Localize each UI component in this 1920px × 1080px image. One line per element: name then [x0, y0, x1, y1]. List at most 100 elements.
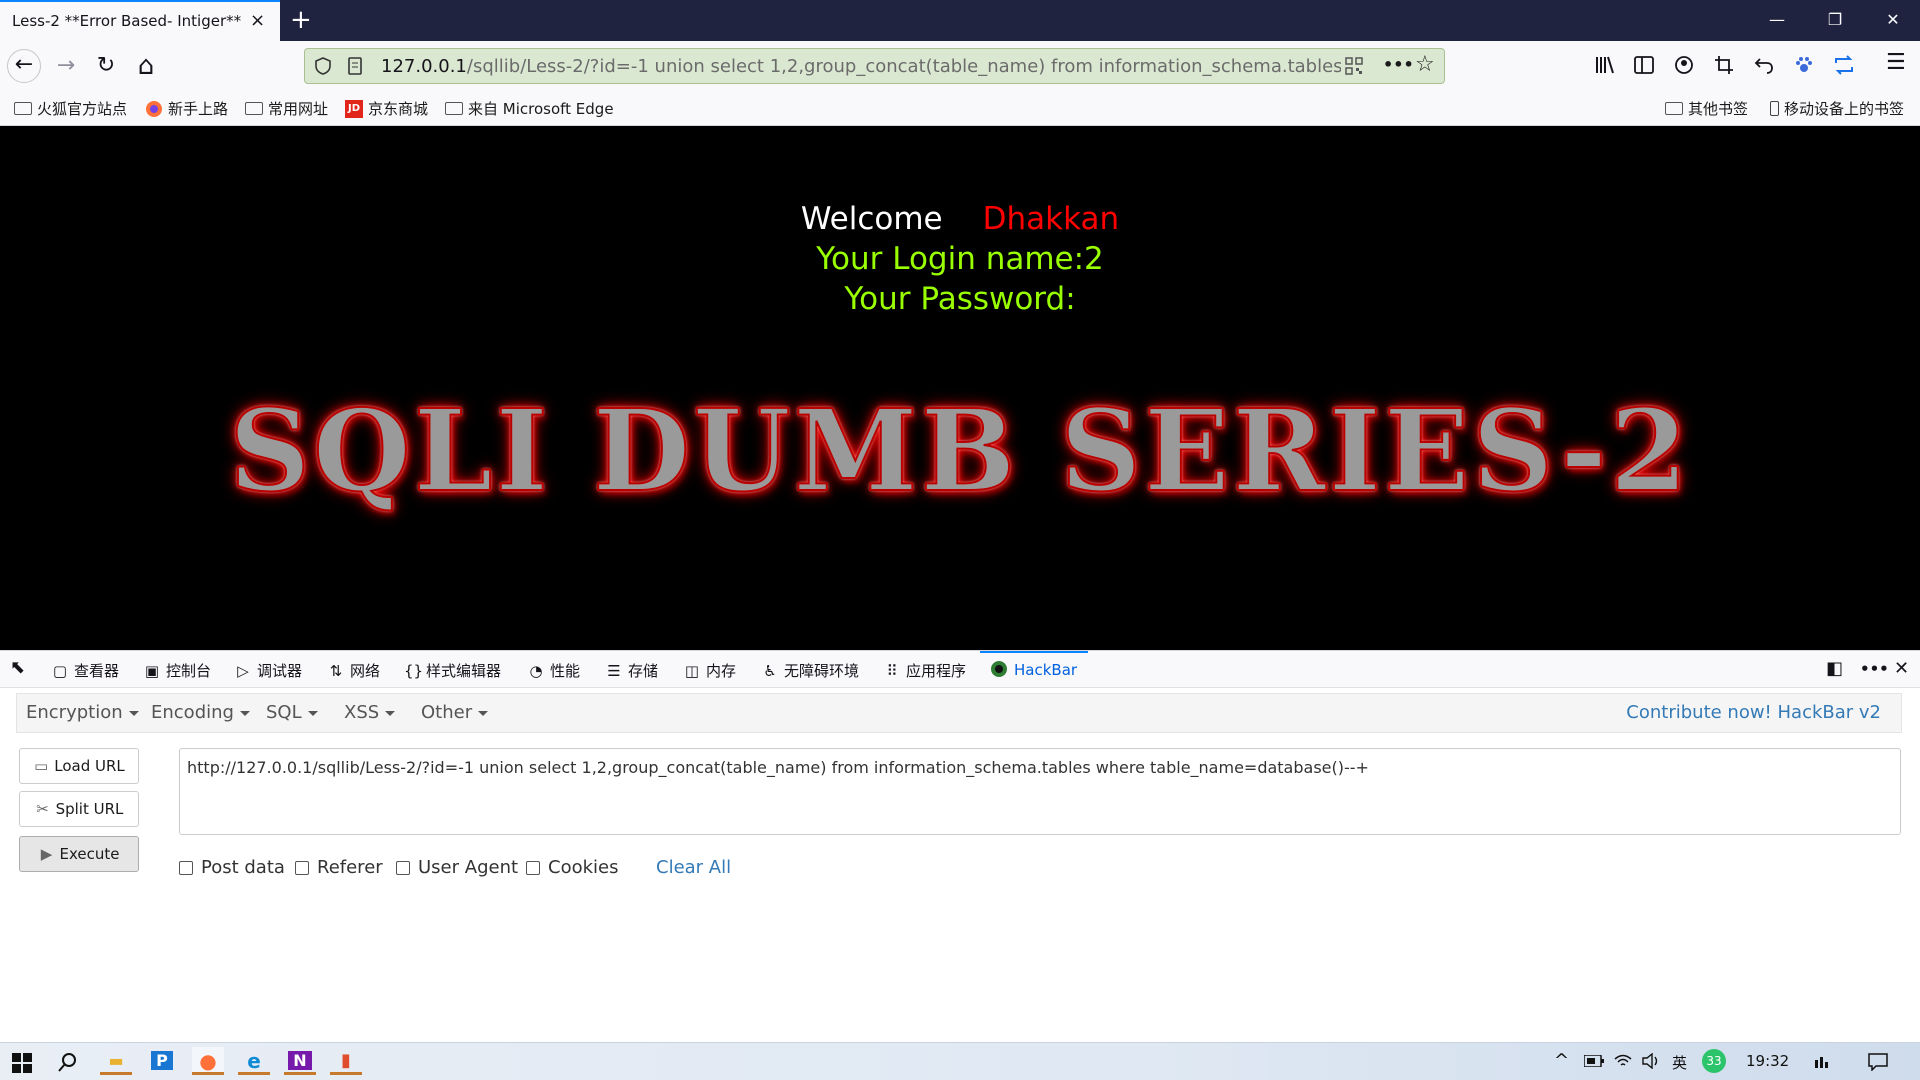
volume-icon[interactable] [1642, 1053, 1660, 1069]
url-textarea[interactable]: http://127.0.0.1/sqllib/Less-2/?id=-1 un… [179, 748, 1901, 835]
tab-memory[interactable]: ◫ 内存 [684, 660, 736, 681]
task-manager-icon[interactable] [1814, 1055, 1832, 1069]
battery-icon[interactable] [1584, 1055, 1604, 1067]
edge-icon[interactable]: e [238, 1047, 270, 1075]
url-bar[interactable]: 127.0.0.1/sqllib/Less-2/?id=-1 union sel… [304, 48, 1445, 84]
accessibility-icon: ♿ [763, 662, 777, 680]
devtools-more-icon[interactable]: ••• [1860, 660, 1889, 678]
app6-icon[interactable]: ▮ [330, 1047, 362, 1075]
bookmark-label: 来自 Microsoft Edge [468, 100, 614, 118]
sidebar-icon[interactable] [1634, 55, 1654, 75]
url-text[interactable]: 127.0.0.1/sqllib/Less-2/?id=-1 union sel… [381, 56, 1341, 77]
bookmark-label: 新手上路 [168, 100, 229, 118]
paw-extension-icon[interactable] [1794, 55, 1814, 75]
password-text: Your Password: [844, 281, 1076, 317]
qr-code-icon[interactable] [1345, 57, 1363, 75]
windows-start-icon[interactable] [12, 1053, 32, 1073]
caret-down-icon [478, 710, 489, 716]
cookies-checkbox[interactable]: Cookies [526, 857, 618, 878]
navigation-toolbar: ← → ↻ ⌂ 127.0.0.1/sqllib/Less-2/?id=-1 u… [0, 41, 1920, 90]
restore-icon[interactable]: ❐ [1812, 6, 1858, 34]
wifi-icon[interactable] [1614, 1053, 1632, 1069]
tab-inspector[interactable]: ▢ 查看器 [52, 660, 119, 681]
referer-checkbox[interactable]: Referer [295, 857, 383, 878]
checkbox-box[interactable] [396, 860, 410, 875]
page-info-icon[interactable] [347, 57, 363, 75]
file-explorer-icon[interactable]: ▬ [100, 1047, 132, 1075]
clear-all-link[interactable]: Clear All [656, 857, 731, 878]
window-close-icon[interactable]: ✕ [1870, 6, 1916, 34]
checkbox-label: Cookies [548, 857, 619, 878]
tab-application[interactable]: ⠿ 应用程序 [884, 660, 967, 681]
bookmark-item[interactable]: JD 京东商城 [345, 98, 428, 119]
url-path: /sqllib/Less-2/?id=-1 union select 1,2,g… [466, 56, 1341, 77]
tab-label: 控制台 [166, 662, 212, 680]
bookmark-item[interactable]: 来自 Microsoft Edge [445, 98, 614, 119]
dock-side-icon[interactable]: ◧ [1826, 658, 1843, 679]
home-button[interactable]: ⌂ [129, 49, 163, 83]
contribute-link[interactable]: Contribute now! HackBar v2 [1626, 702, 1881, 723]
app-menu-icon[interactable]: ☰ [1886, 50, 1906, 75]
menu-xss[interactable]: XSS [344, 702, 396, 723]
bookmark-item[interactable]: 火狐官方站点 [14, 98, 127, 119]
account-icon[interactable] [1674, 55, 1694, 75]
reload-button[interactable]: ↻ [89, 49, 123, 83]
notification-badge-icon[interactable]: 33 [1702, 1049, 1726, 1073]
caret-down-icon [239, 710, 250, 716]
library-icon[interactable] [1594, 55, 1614, 75]
menu-other[interactable]: Other [421, 702, 489, 723]
menu-label: Encoding [151, 702, 234, 723]
tab-style-editor[interactable]: {} 样式编辑器 [404, 660, 501, 681]
page-actions-icon[interactable]: ••• [1383, 55, 1414, 74]
back-button[interactable]: ← [7, 49, 41, 83]
tab-label: 样式编辑器 [426, 662, 502, 680]
bookmark-star-icon[interactable]: ☆ [1415, 52, 1435, 77]
checkbox-box[interactable] [526, 860, 540, 875]
post-data-checkbox[interactable]: Post data [179, 857, 285, 878]
caret-down-icon [385, 710, 396, 716]
mobile-bookmarks[interactable]: 移动设备上的书签 [1770, 98, 1904, 119]
crop-icon[interactable] [1714, 55, 1734, 75]
sync-extension-icon[interactable] [1834, 55, 1854, 75]
tab-hackbar[interactable]: HackBar [990, 660, 1077, 679]
undo-icon[interactable] [1754, 55, 1774, 75]
tab-accessibility[interactable]: ♿ 无障碍环境 [762, 660, 859, 681]
checkbox-box[interactable] [295, 860, 309, 875]
devtools-close-icon[interactable]: ✕ [1894, 658, 1909, 679]
tray-expand-icon[interactable]: ^ [1554, 1050, 1569, 1071]
tab-network[interactable]: ⇅ 网络 [328, 660, 380, 681]
app-glyph: P [151, 1051, 173, 1070]
user-agent-checkbox[interactable]: User Agent [396, 857, 518, 878]
search-icon[interactable] [58, 1052, 78, 1072]
folder-icon [245, 102, 263, 115]
onenote-icon[interactable]: N [284, 1047, 316, 1075]
menu-encoding[interactable]: Encoding [151, 702, 250, 723]
checkbox-box[interactable] [179, 860, 193, 875]
element-picker-icon[interactable]: ⬉ [10, 657, 25, 678]
firefox-taskbar-icon[interactable]: ● [192, 1047, 224, 1075]
new-tab-icon[interactable]: + [290, 5, 312, 35]
tab-active[interactable]: Less-2 **Error Based- Intiger** × [0, 0, 280, 41]
menu-sql[interactable]: SQL [266, 702, 318, 723]
login-name-text: Your Login name:2 [816, 241, 1104, 277]
tab-storage[interactable]: ☰ 存储 [606, 660, 658, 681]
execute-button[interactable]: ▶ Execute [19, 836, 139, 872]
forward-button[interactable]: → [49, 49, 83, 83]
shield-icon[interactable] [315, 57, 331, 75]
bookmark-item[interactable]: 常用网址 [245, 98, 328, 119]
menu-encryption[interactable]: Encryption [26, 702, 139, 723]
minimize-icon[interactable]: — [1754, 6, 1800, 34]
storage-icon: ☰ [607, 662, 621, 680]
ime-indicator[interactable]: 英 [1672, 1052, 1687, 1073]
other-bookmarks[interactable]: 其他书签 [1665, 98, 1748, 119]
tab-console[interactable]: ▣ 控制台 [144, 660, 211, 681]
clock-time[interactable]: 19:32 [1746, 1052, 1789, 1070]
split-url-button[interactable]: ✂ Split URL [19, 791, 139, 827]
load-url-button[interactable]: ▭ Load URL [19, 748, 139, 784]
action-center-icon[interactable] [1868, 1053, 1888, 1071]
tab-debugger[interactable]: ▷ 调试器 [235, 660, 302, 681]
tab-performance[interactable]: ◔ 性能 [528, 660, 580, 681]
bookmark-item[interactable]: 新手上路 [145, 98, 228, 119]
tab-close-icon[interactable]: × [250, 10, 265, 31]
p-app-icon[interactable]: P [146, 1047, 178, 1075]
